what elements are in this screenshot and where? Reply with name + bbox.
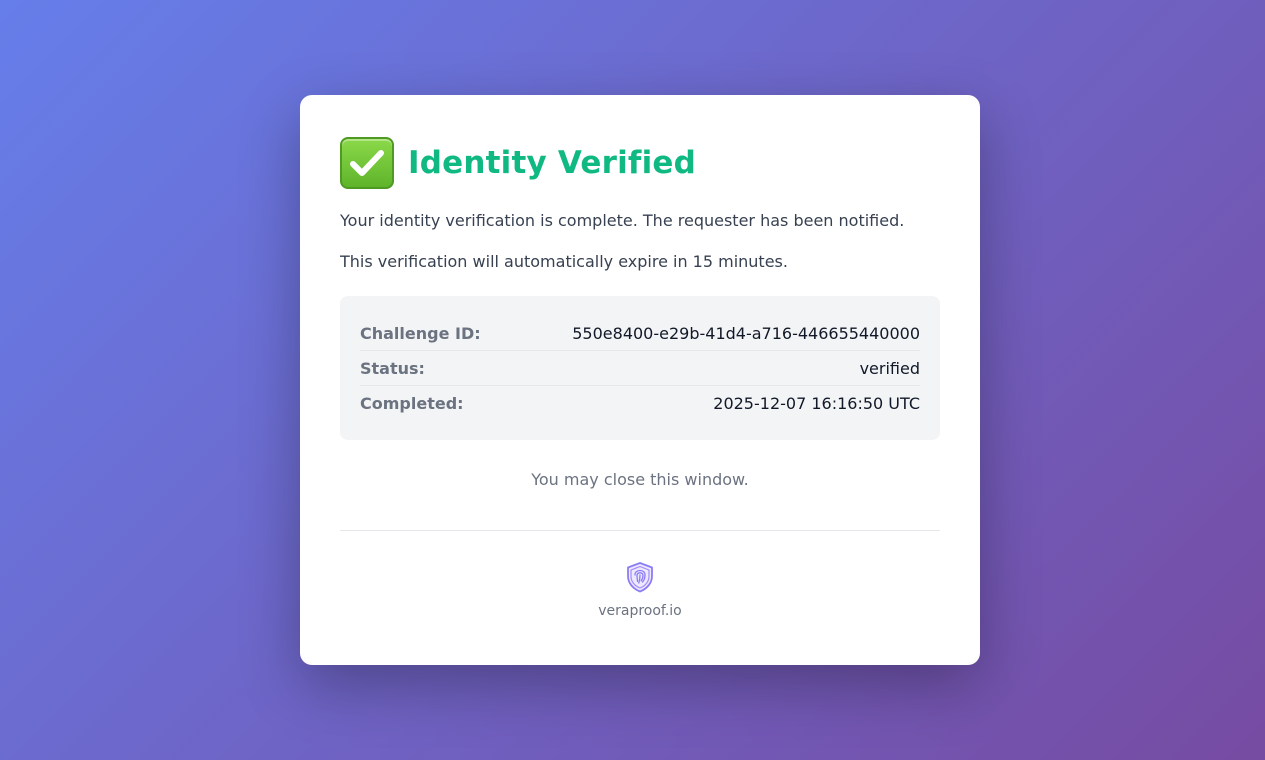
title-row: Identity Verified (340, 135, 940, 191)
expiry-message: This verification will automatically exp… (340, 252, 788, 271)
divider (340, 530, 940, 531)
detail-label: Challenge ID: (360, 323, 481, 343)
detail-row-status: Status: verified (360, 351, 920, 386)
detail-value: verified (859, 358, 920, 378)
verification-card: Identity Verified Your identity verifica… (300, 95, 980, 665)
brand-text: veraproof.io (598, 603, 682, 619)
completion-message: Your identity verification is complete. … (340, 211, 905, 230)
detail-row-challenge-id: Challenge ID: 550e8400-e29b-41d4-a716-44… (360, 316, 920, 351)
close-window-note: You may close this window. (531, 470, 749, 489)
detail-row-completed: Completed: 2025-12-07 16:16:50 UTC (360, 386, 920, 420)
check-mark-button-icon (340, 137, 394, 189)
detail-value: 550e8400-e29b-41d4-a716-446655440000 (572, 323, 920, 343)
shield-fingerprint-icon (627, 562, 653, 593)
detail-value: 2025-12-07 16:16:50 UTC (713, 393, 920, 413)
detail-label: Completed: (360, 393, 464, 413)
details-panel: Challenge ID: 550e8400-e29b-41d4-a716-44… (340, 296, 940, 440)
footer: veraproof.io (340, 561, 940, 619)
detail-label: Status: (360, 358, 425, 378)
page-title: Identity Verified (408, 145, 697, 181)
